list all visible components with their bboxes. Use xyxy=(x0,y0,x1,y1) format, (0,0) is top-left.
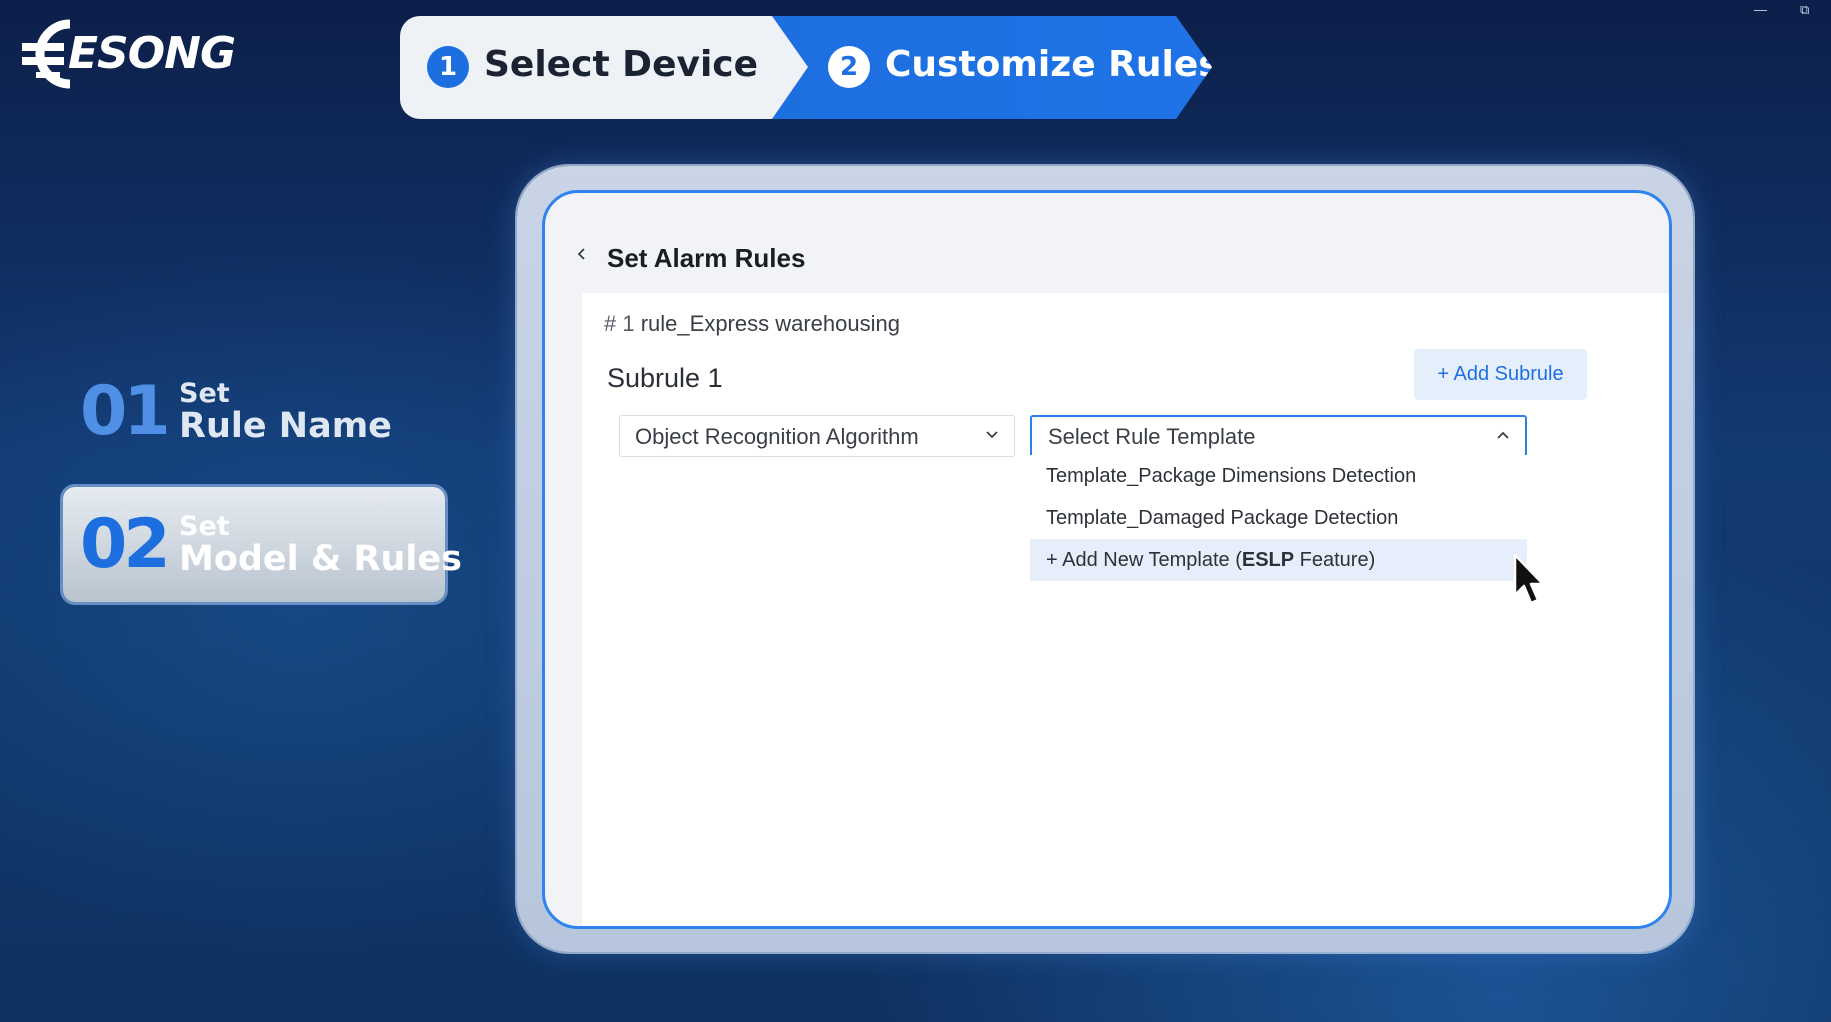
add-new-template-prefix: + Add New Template ( xyxy=(1046,549,1242,571)
side-step-rule-name: 01 Set Rule Name xyxy=(80,372,410,462)
template-option[interactable]: Template_Damaged Package Detection xyxy=(1030,497,1527,539)
rule-template-dropdown: Template_Package Dimensions Detection Te… xyxy=(1030,455,1527,581)
side-step-number: 02 xyxy=(80,505,171,584)
rule-index: # 1 xyxy=(604,311,635,336)
step-select-device[interactable]: 1 Select Device xyxy=(400,16,820,119)
rule-name-text: rule_Express warehousing xyxy=(640,311,900,336)
add-new-template-suffix: Feature) xyxy=(1294,549,1376,571)
subrule-title: Subrule 1 xyxy=(607,363,723,393)
side-step-title: Rule Name xyxy=(179,406,392,446)
rule-template-placeholder: Select Rule Template xyxy=(1048,424,1256,449)
back-chevron-icon[interactable] xyxy=(575,247,589,261)
step-number-badge: 1 xyxy=(427,46,469,88)
step-customize-rules[interactable]: 2 Customize Rules xyxy=(772,16,1212,119)
chevron-up-icon xyxy=(1497,431,1509,439)
chevron-down-icon xyxy=(986,431,998,439)
logo-text: ESONG xyxy=(68,28,236,79)
side-step-set-label: Set xyxy=(179,378,230,409)
add-new-template-feature: ESLP xyxy=(1241,549,1295,571)
app-screen: Set Alarm Rules # 1 rule_Express warehou… xyxy=(542,190,1672,929)
wizard-stepper: 1 Select Device 2 Customize Rules xyxy=(400,16,1212,119)
brand-logo: ESONG xyxy=(18,16,258,92)
side-step-title: Model & Rules xyxy=(179,539,462,579)
algorithm-select-value: Object Recognition Algorithm xyxy=(635,424,919,449)
template-option[interactable]: Template_Package Dimensions Detection xyxy=(1030,455,1527,497)
side-step-set-label: Set xyxy=(179,511,230,542)
step-label: Customize Rules xyxy=(885,44,1220,85)
add-subrule-button[interactable]: + Add Subrule xyxy=(1414,349,1587,400)
rule-editor: # 1 rule_Express warehousing Subrule 1 +… xyxy=(582,293,1669,926)
algorithm-select[interactable]: Object Recognition Algorithm xyxy=(619,415,1015,457)
step-label: Select Device xyxy=(484,44,759,85)
window-restore-button[interactable]: ⧉ xyxy=(1800,2,1809,18)
mouse-cursor-icon xyxy=(1513,553,1545,605)
side-step-number: 01 xyxy=(80,372,171,451)
rule-template-select[interactable]: Select Rule Template xyxy=(1030,415,1527,457)
add-new-template-option[interactable]: + Add New Template (ESLP Feature) xyxy=(1030,539,1527,581)
rule-name: # 1 rule_Express warehousing xyxy=(604,311,900,337)
window-minimize-button[interactable]: — xyxy=(1754,2,1767,18)
step-number-badge: 2 xyxy=(828,46,870,88)
side-step-model-rules: 02 Set Model & Rules xyxy=(63,487,462,602)
page-title: Set Alarm Rules xyxy=(607,243,806,273)
panel-header: Set Alarm Rules xyxy=(545,193,1669,293)
